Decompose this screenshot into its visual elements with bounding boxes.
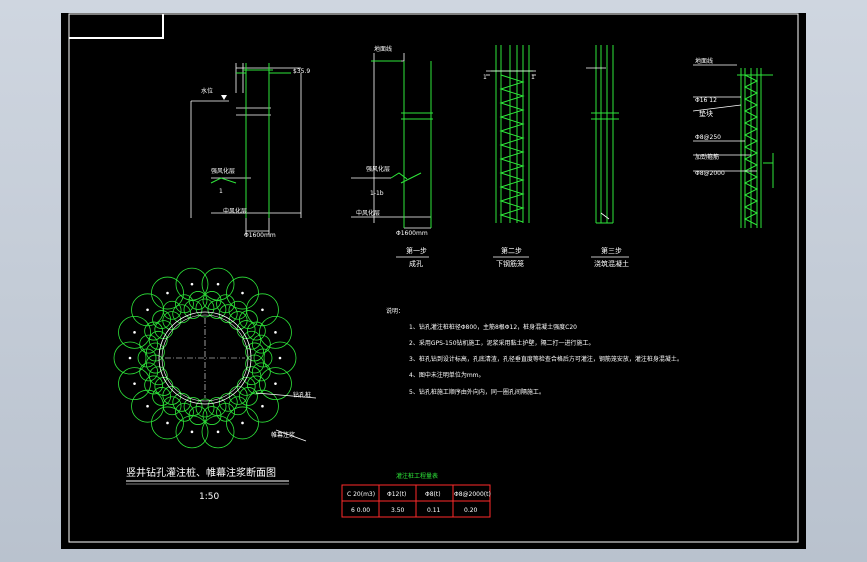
drawing-sheet: $35.9 水位 强风化层 1 中风化层 Φ1600mm 地面线 强风化层 1-… bbox=[61, 13, 806, 549]
note-3: 3、桩孔钻到设计标高，孔底清渣，孔径垂直度等检查合格后方可灌注，钢筋笼安放，灌注… bbox=[409, 355, 683, 363]
step1-weak-layer: 强风化层 bbox=[211, 167, 235, 175]
pile-circle bbox=[139, 334, 159, 354]
grout-hole-center bbox=[261, 404, 264, 408]
drawing-border bbox=[68, 13, 799, 543]
detail-stirrup2: Φ8@2000 bbox=[695, 170, 725, 177]
quantity-table: 灌注桩工程量表 C 20(m3) Φ12(t) Φ8(t) Φ8@2000(t)… bbox=[341, 472, 491, 518]
grout-hole-center bbox=[190, 430, 194, 434]
step1b-dia: Φ1600mm bbox=[396, 230, 428, 237]
pile-circle bbox=[195, 398, 215, 418]
grout-hole-center bbox=[133, 331, 136, 334]
note-2: 2、采用GPS-150钻机施工，泥浆采用黏土护壁，隔二打一进行施工。 bbox=[409, 339, 595, 347]
grout-hole-center bbox=[216, 430, 220, 434]
table-head-2: Φ12(t) bbox=[387, 491, 406, 498]
step1-mid-layer: 中风化层 bbox=[223, 207, 247, 215]
pile-circle bbox=[242, 366, 262, 386]
grout-hole-center bbox=[216, 282, 220, 286]
grout-hole-center bbox=[274, 331, 277, 334]
pile-circle bbox=[172, 392, 192, 412]
pile-step2-cage bbox=[491, 45, 533, 223]
table-val-1: 6 0.00 bbox=[351, 507, 370, 514]
step-caption-2: 下钢筋笼 bbox=[496, 259, 524, 268]
drawing-canvas: $35.9 水位 强风化层 1 中风化层 Φ1600mm 地面线 强风化层 1-… bbox=[68, 13, 799, 543]
pile-elevation-step1b bbox=[351, 53, 431, 229]
step-labels: 第一步 成孔 第二步 下钢筋笼 第三步 浇筑混凝土 bbox=[396, 246, 629, 268]
note-1: 1、钻孔灌注桩桩径Φ800，主筋8根Φ12，桩身混凝土强度C20 bbox=[409, 323, 577, 331]
title-block-corner bbox=[69, 14, 164, 39]
shaft-outline bbox=[158, 311, 252, 405]
grout-hole-center bbox=[146, 404, 149, 408]
detail-stiffener: 加劲箍筋 bbox=[695, 153, 719, 161]
detail-spacer: 垫块 bbox=[699, 109, 713, 118]
section-label-pile: 钻孔桩 bbox=[293, 391, 311, 399]
table-head-4: Φ8@2000(t) bbox=[454, 491, 491, 498]
note-5: 5、钻孔桩施工顺序由外向内，同一圈孔间隔施工。 bbox=[409, 388, 545, 396]
table-val-4: 0.20 bbox=[464, 507, 478, 514]
step-caption-1: 成孔 bbox=[409, 259, 423, 268]
pile-circle bbox=[218, 392, 238, 412]
detail-stirrup1: Φ8@250 bbox=[695, 134, 721, 141]
grout-hole-center bbox=[133, 382, 136, 385]
table-val-3: 0.11 bbox=[427, 507, 441, 514]
table-head-1: C 20(m3) bbox=[347, 491, 375, 498]
pile-circle bbox=[195, 298, 215, 318]
step1-water: 水位 bbox=[201, 87, 213, 95]
grout-hole-center bbox=[241, 421, 244, 425]
notes-block: 说明： 1、钻孔灌注桩桩径Φ800，主筋8根Φ12，桩身混凝土强度C20 2、采… bbox=[386, 307, 683, 396]
pile-circle bbox=[172, 304, 192, 324]
pile-detail bbox=[737, 68, 774, 228]
step1-side-mark: 1 bbox=[219, 188, 223, 195]
pile-circle bbox=[145, 342, 165, 362]
step1-dia: Φ1600mm bbox=[244, 232, 276, 239]
pile-circle bbox=[145, 354, 165, 374]
pile-step1-green bbox=[210, 63, 291, 218]
step1b-mark: 1-1b bbox=[370, 190, 384, 197]
step-label-2: 第二步 bbox=[501, 246, 522, 255]
cage-mark-right: 1 bbox=[531, 74, 535, 81]
pile-circle bbox=[251, 362, 271, 382]
grout-hole-center bbox=[278, 356, 282, 360]
detail-bar: Φ16 12 bbox=[695, 97, 717, 104]
step1b-ground: 地面线 bbox=[374, 45, 392, 53]
grout-hole-center bbox=[166, 291, 169, 295]
table-head-3: Φ8(t) bbox=[425, 491, 441, 498]
table-title: 灌注桩工程量表 bbox=[396, 472, 438, 480]
note-4: 4、图中未注明单位为mm。 bbox=[409, 371, 485, 379]
grout-hole-center bbox=[274, 382, 277, 385]
water-level-marker bbox=[221, 95, 227, 100]
table-val-2: 3.50 bbox=[391, 507, 405, 514]
step-caption-3: 浇筑混凝土 bbox=[594, 259, 629, 268]
pile-step3-concrete bbox=[591, 45, 619, 224]
step1b-weak-layer: 强风化层 bbox=[366, 165, 390, 173]
notes-heading: 说明： bbox=[386, 307, 404, 315]
pile-ring-section bbox=[113, 267, 297, 449]
pile-circle bbox=[245, 342, 265, 362]
grout-hole-center bbox=[261, 308, 264, 312]
grout-hole-center bbox=[241, 291, 244, 295]
pile-circle bbox=[218, 304, 238, 324]
grout-hole-center bbox=[190, 282, 194, 286]
pile-circle bbox=[251, 334, 271, 354]
section-label-grout: 帷幕注浆 bbox=[271, 431, 295, 439]
section-title: 竖井钻孔灌注桩、帷幕注浆断面图 bbox=[126, 466, 276, 479]
pile-circle bbox=[245, 354, 265, 374]
step1-elev: $35.9 bbox=[293, 68, 310, 75]
cage-mark-left: 1 bbox=[483, 74, 487, 81]
step-label-3: 第三步 bbox=[601, 246, 622, 255]
pile-circle bbox=[148, 330, 168, 350]
step-label-1: 第一步 bbox=[406, 246, 427, 255]
step1b-mid-layer: 中风化层 bbox=[356, 209, 380, 217]
detail-ground: 地面线 bbox=[695, 57, 713, 65]
grout-hole-center bbox=[166, 421, 169, 425]
section-scale: 1:50 bbox=[199, 492, 219, 502]
grout-hole-center bbox=[128, 356, 132, 360]
grout-hole-center bbox=[146, 308, 149, 312]
cad-viewport: $35.9 水位 强风化层 1 中风化层 Φ1600mm 地面线 强风化层 1-… bbox=[0, 0, 867, 562]
